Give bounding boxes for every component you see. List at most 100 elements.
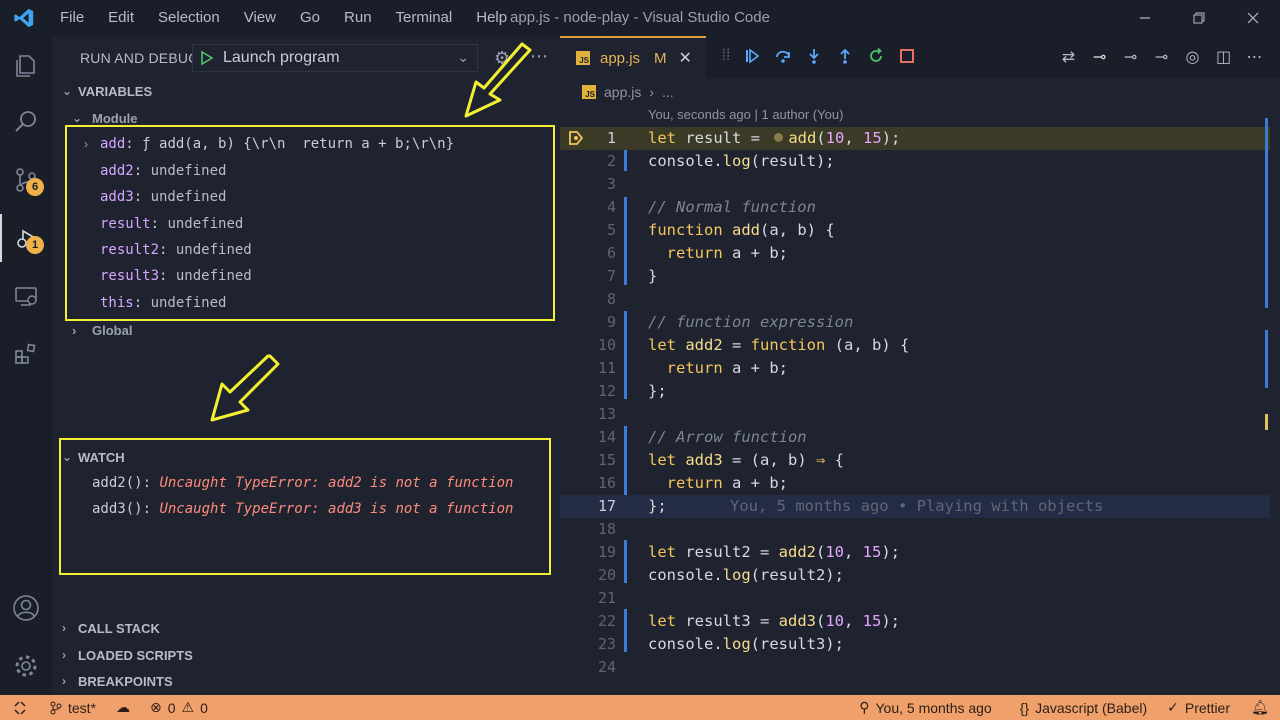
restart-icon[interactable] — [860, 36, 891, 76]
warning-icon: ⚠ — [181, 699, 195, 715]
breakpoints-title: BREAKPOINTS — [78, 673, 173, 689]
editor-actions: ⇄ ⊸ ⊸ ⊸ ◎ ◫ ⋯ — [1053, 44, 1270, 70]
call-stack-header[interactable]: › CALL STACK — [52, 616, 560, 640]
code-line[interactable]: 3 — [560, 173, 1270, 196]
menu-edit[interactable]: Edit — [96, 0, 146, 36]
menu-file[interactable]: File — [48, 0, 96, 36]
code-line[interactable]: 19 let result2 = add2(10, 15); — [560, 541, 1270, 564]
line-number: 15 — [597, 451, 616, 469]
restore-button[interactable] — [1172, 0, 1226, 36]
tab-app-js[interactable]: JS app.js M ✕ — [560, 36, 706, 78]
account-icon[interactable] — [0, 584, 52, 632]
menu-view[interactable]: View — [232, 0, 288, 36]
stop-icon[interactable] — [891, 36, 922, 76]
code-line[interactable]: 13 — [560, 403, 1270, 426]
line-number: 11 — [597, 359, 616, 377]
search-icon[interactable] — [0, 98, 52, 146]
breadcrumb-more[interactable]: ... — [662, 84, 674, 100]
problems-status[interactable]: ⊗ 0 ⚠ 0 — [140, 695, 218, 720]
code-line[interactable]: 15 let add3 = (a, b) ⇒ { — [560, 449, 1270, 472]
debug-badge: 1 — [26, 236, 44, 254]
line-number: 9 — [606, 313, 616, 331]
step-over-icon[interactable] — [767, 36, 798, 76]
next-change-icon[interactable]: ⊸ — [1146, 44, 1177, 70]
code-line[interactable]: 14 // Arrow function — [560, 426, 1270, 449]
breadcrumb-separator: › — [649, 84, 655, 100]
git-blame-annotation: You, 5 months ago • Playing with objects — [730, 497, 1104, 515]
launch-config-select[interactable]: Launch program ⌄ — [192, 44, 478, 72]
menu-help[interactable]: Help — [464, 0, 519, 36]
code-line[interactable]: 20 console.log(result2); — [560, 564, 1270, 587]
code-text: }; — [648, 497, 667, 515]
code-line[interactable]: 2 console.log(result); — [560, 150, 1270, 173]
code-text: let result = add(10, 15); — [648, 129, 901, 147]
activity-bar: 6 1 — [0, 36, 52, 695]
git-blame-status[interactable]: ⚲ You, 5 months ago — [849, 695, 1002, 720]
settings-gear-icon[interactable] — [0, 642, 52, 690]
step-out-icon[interactable] — [829, 36, 860, 76]
code-line[interactable]: 21 — [560, 587, 1270, 610]
code-line[interactable]: 17 }; You, 5 months ago • Playing with o… — [560, 495, 1270, 518]
variables-title: VARIABLES — [78, 83, 153, 99]
breadcrumb-file[interactable]: app.js — [604, 84, 641, 100]
code-line[interactable]: 7 } — [560, 265, 1270, 288]
notifications-bell[interactable]: 🔔︎ — [1240, 695, 1280, 720]
line-number: 6 — [606, 244, 616, 262]
timeline-icon[interactable]: ◎ — [1177, 44, 1208, 70]
loaded-scripts-title: LOADED SCRIPTS — [78, 647, 193, 663]
remote-indicator[interactable] — [0, 695, 40, 720]
title-bar: File Edit Selection View Go Run Terminal… — [0, 0, 1280, 36]
menu-selection[interactable]: Selection — [146, 0, 232, 36]
source-control-icon[interactable]: 6 — [0, 156, 52, 204]
git-commit-icon: ⚲ — [859, 699, 870, 715]
code-line[interactable]: 1 let result = add(10, 15); — [560, 127, 1270, 150]
line-number: 22 — [597, 612, 616, 630]
line-number: 19 — [597, 543, 616, 561]
git-codelens[interactable]: You, seconds ago | 1 author (You) — [648, 107, 843, 122]
menu-terminal[interactable]: Terminal — [384, 0, 465, 36]
code-line[interactable]: 16 return a + b; — [560, 472, 1270, 495]
code-line[interactable]: 5 function add(a, b) { — [560, 219, 1270, 242]
continue-icon[interactable] — [736, 36, 767, 76]
code-line[interactable]: 8 — [560, 288, 1270, 311]
git-branch-status[interactable]: test* — [40, 695, 106, 720]
global-scope[interactable]: › Global — [72, 319, 132, 341]
close-window-button[interactable] — [1226, 0, 1280, 36]
git-commit-icon[interactable]: ⊸ — [1084, 44, 1115, 70]
close-tab-icon[interactable]: ✕ — [679, 48, 692, 68]
split-editor-icon[interactable]: ◫ — [1208, 44, 1239, 70]
menu-run[interactable]: Run — [332, 0, 384, 36]
line-number: 8 — [606, 290, 616, 308]
menu-go[interactable]: Go — [288, 0, 332, 36]
play-icon[interactable] — [199, 50, 215, 66]
formatter-status[interactable]: ✓ Prettier — [1157, 695, 1240, 720]
minimize-button[interactable] — [1118, 0, 1172, 36]
drag-handle-icon[interactable]: ⁞⁞ — [716, 36, 736, 76]
step-into-icon[interactable] — [798, 36, 829, 76]
more-actions-icon[interactable]: ⋯ — [1239, 44, 1270, 70]
sync-status[interactable]: ☁ — [106, 695, 140, 720]
loaded-scripts-header[interactable]: › LOADED SCRIPTS — [52, 643, 560, 667]
chevron-right-icon: › — [62, 674, 66, 688]
code-line[interactable]: 9 // function expression — [560, 311, 1270, 334]
code-text: // function expression — [648, 313, 854, 331]
breakpoints-header[interactable]: › BREAKPOINTS — [52, 669, 560, 693]
previous-change-icon[interactable]: ⊸ — [1115, 44, 1146, 70]
run-debug-icon[interactable]: 1 — [0, 214, 52, 262]
code-line[interactable]: 24 — [560, 656, 1270, 679]
code-line[interactable]: 12 }; — [560, 380, 1270, 403]
debug-controls: ⁞⁞ — [716, 36, 922, 76]
code-line[interactable]: 10 let add2 = function (a, b) { — [560, 334, 1270, 357]
remote-explorer-icon[interactable] — [0, 272, 52, 320]
code-line[interactable]: 6 return a + b; — [560, 242, 1270, 265]
extensions-icon[interactable] — [0, 330, 52, 378]
language-mode[interactable]: {} Javascript (Babel) — [1010, 695, 1157, 720]
code-line[interactable]: 4 // Normal function — [560, 196, 1270, 219]
code-line[interactable]: 23 console.log(result3); — [560, 633, 1270, 656]
code-line[interactable]: 18 — [560, 518, 1270, 541]
explorer-icon[interactable] — [0, 42, 52, 90]
compare-changes-icon[interactable]: ⇄ — [1053, 44, 1084, 70]
braces-icon: {} — [1019, 699, 1030, 716]
code-line[interactable]: 11 return a + b; — [560, 357, 1270, 380]
code-line[interactable]: 22 let result3 = add3(10, 15); — [560, 610, 1270, 633]
